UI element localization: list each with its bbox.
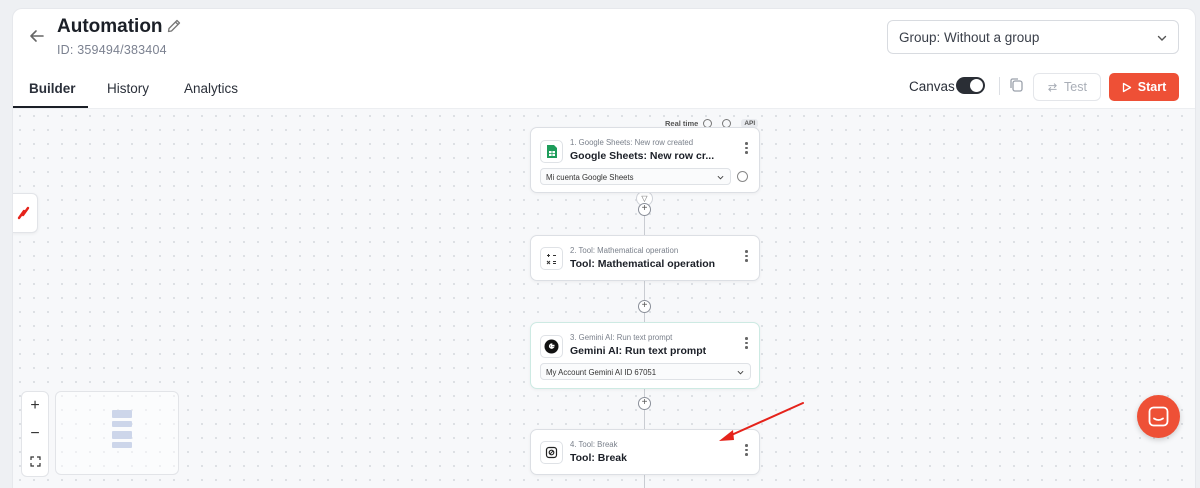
chevron-down-icon	[737, 370, 744, 375]
node-title: Tool: Break	[570, 452, 627, 464]
chevron-down-icon	[717, 175, 724, 180]
node-title: Google Sheets: New row cr...	[570, 150, 715, 162]
toggle-knob	[970, 79, 983, 92]
node-menu-icon[interactable]	[745, 250, 748, 264]
node-menu-icon[interactable]	[745, 337, 748, 351]
node-title: Gemini AI: Run text prompt	[570, 345, 707, 357]
automation-panel: Automation ID: 359494/383404 Group: With…	[12, 8, 1196, 488]
tab-bar: Builder History Analytics Canvas Test St…	[13, 65, 1195, 109]
account-settings-icon[interactable]	[737, 171, 748, 182]
page-title: Automation	[57, 16, 163, 37]
node-account-select[interactable]: My Account Gemini AI ID 67051	[540, 363, 751, 380]
google-sheets-icon	[540, 140, 563, 163]
minimap-node	[112, 421, 132, 427]
node-step-label: 4. Tool: Break	[570, 440, 618, 449]
group-select[interactable]: Group: Without a group	[887, 20, 1179, 54]
add-step-icon[interactable]: +	[638, 397, 651, 410]
support-chat-button[interactable]	[1137, 395, 1180, 438]
minimap-node	[112, 431, 132, 439]
workflow-node[interactable]: 3. Gemini AI: Run text prompt Gemini AI:…	[530, 322, 760, 389]
workflow-node[interactable]: 2. Tool: Mathematical operation Tool: Ma…	[530, 235, 760, 281]
node-account-select[interactable]: Mi cuenta Google Sheets	[540, 168, 731, 185]
edit-pencil-icon[interactable]	[166, 18, 182, 34]
node-menu-icon[interactable]	[745, 142, 748, 156]
group-select-value: Group: Without a group	[899, 30, 1040, 45]
minimap-node	[112, 410, 132, 418]
minimap[interactable]	[55, 391, 179, 475]
canvas-toggle[interactable]	[956, 77, 985, 94]
gemini-icon	[540, 335, 563, 358]
side-panel-toggle[interactable]	[13, 193, 38, 233]
start-button-label: Start	[1137, 80, 1167, 94]
chevron-down-icon	[1157, 35, 1167, 41]
break-icon	[540, 441, 563, 464]
connector-line	[644, 475, 645, 488]
add-step-icon[interactable]: +	[638, 203, 651, 216]
play-icon	[1122, 82, 1131, 92]
header: Automation ID: 359494/383404 Group: With…	[13, 9, 1195, 67]
tab-builder[interactable]: Builder	[29, 81, 76, 96]
swap-arrows-icon	[1048, 82, 1057, 92]
chat-icon	[1148, 406, 1169, 427]
add-step-icon[interactable]: +	[638, 300, 651, 313]
node-account-value: Mi cuenta Google Sheets	[546, 173, 634, 182]
annotation-arrow-icon	[719, 402, 804, 441]
node-step-label: 3. Gemini AI: Run text prompt	[570, 333, 673, 342]
brand-logo-icon	[17, 206, 30, 220]
active-tab-indicator	[13, 106, 88, 108]
copy-icon[interactable]	[1007, 76, 1025, 94]
automation-id: ID: 359494/383404	[57, 43, 167, 57]
node-account-value: My Account Gemini AI ID 67051	[546, 368, 657, 377]
zoom-in-icon[interactable]: +	[22, 392, 48, 420]
math-operation-icon	[540, 247, 563, 270]
workflow-canvas[interactable]: Real time API ▽ + + + 1. Google Sheets: …	[13, 109, 1195, 488]
zoom-controls: + −	[21, 391, 49, 477]
test-button[interactable]: Test	[1033, 73, 1101, 101]
minimap-node	[112, 442, 132, 448]
node-step-label: 1. Google Sheets: New row created	[570, 138, 694, 147]
tab-history[interactable]: History	[107, 81, 149, 96]
tab-analytics[interactable]: Analytics	[184, 81, 238, 96]
node-title: Tool: Mathematical operation	[570, 258, 716, 270]
fit-view-icon[interactable]	[22, 448, 48, 476]
back-arrow-icon[interactable]	[27, 26, 47, 46]
start-button[interactable]: Start	[1109, 73, 1179, 101]
workflow-node[interactable]: 1. Google Sheets: New row created Google…	[530, 127, 760, 193]
node-step-label: 2. Tool: Mathematical operation	[570, 246, 679, 255]
canvas-toggle-label: Canvas	[909, 79, 955, 94]
toolbar-divider	[999, 77, 1000, 95]
test-button-label: Test	[1064, 80, 1087, 94]
zoom-out-icon[interactable]: −	[22, 420, 48, 448]
